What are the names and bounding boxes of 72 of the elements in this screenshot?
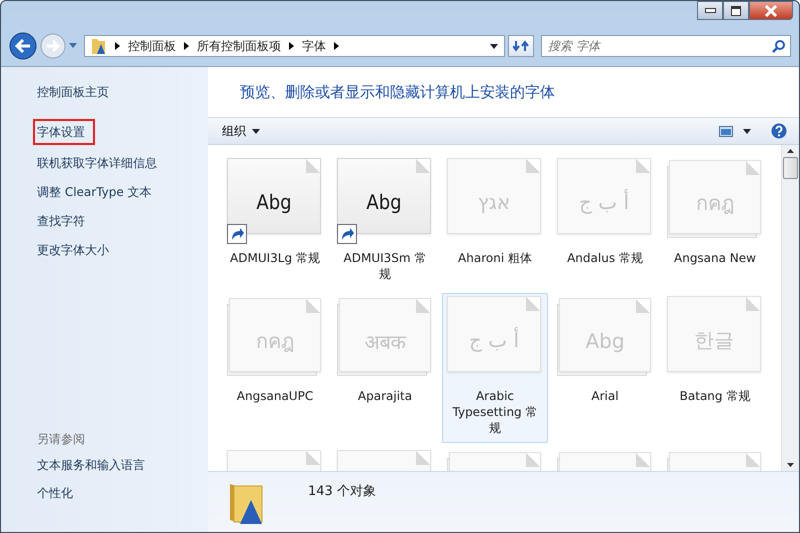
page-fold [306, 159, 320, 173]
font-name: Arial [590, 388, 620, 404]
sidebar-link[interactable]: 字体设置 [33, 119, 95, 145]
fonts-folder-icon [91, 37, 107, 55]
page-fold [636, 453, 650, 467]
breadcrumb[interactable]: 所有控制面板项 [197, 38, 281, 54]
organize-menu-button[interactable]: 组织 [218, 122, 264, 140]
sidebar-link[interactable]: 个性化 [33, 482, 77, 504]
breadcrumb[interactable]: 字体 [302, 38, 326, 54]
page-fold [416, 159, 430, 173]
page-fold [416, 451, 430, 465]
view-options-button[interactable] [741, 128, 753, 134]
back-button[interactable] [9, 32, 37, 60]
scroll-down-icon[interactable] [787, 463, 794, 467]
font-name: ADMUI3Lg 常规 [229, 250, 321, 266]
vertical-scrollbar[interactable] [781, 145, 799, 471]
font-item[interactable]: Abg ADMUI3Lg 常规 [222, 155, 328, 289]
font-item[interactable]: Abg ADMUI3Sm 常规 [332, 155, 438, 289]
scroll-up-icon[interactable] [787, 149, 794, 153]
page-fold [526, 453, 540, 467]
font-name: AngsanaUPC [236, 388, 314, 404]
see-also-heading: 另请参阅 [37, 431, 85, 448]
search-icon [772, 40, 785, 53]
font-name: Angsana New [673, 250, 757, 266]
page-fold [526, 297, 540, 311]
close-button[interactable] [749, 1, 793, 20]
minimize-button[interactable] [697, 1, 723, 20]
font-name: Aharoni 粗体 [457, 250, 533, 266]
page-fold [746, 453, 760, 467]
separator-arrow-icon [115, 42, 120, 50]
history-dropdown-icon[interactable] [69, 43, 77, 49]
page-fold [746, 161, 760, 175]
breadcrumb[interactable]: 控制面板 [128, 38, 176, 54]
scrollbar-thumb[interactable] [783, 157, 798, 179]
item-count: 143 个对象 [308, 483, 376, 500]
sidebar-link[interactable]: 查找字符 [33, 210, 89, 232]
page-fold [306, 451, 320, 465]
font-name: Andalus 常规 [566, 250, 644, 266]
address-bar[interactable]: 控制面板 所有控制面板项 字体 [84, 35, 505, 57]
page-fold [416, 299, 430, 313]
font-name: Aparajita [356, 388, 414, 404]
page-fold [636, 159, 650, 173]
help-button[interactable] [769, 123, 789, 139]
separator-arrow-icon [334, 42, 339, 50]
page-heading: 预览、删除或者显示和隐藏计算机上安装的字体 [239, 82, 556, 102]
refresh-button[interactable] [508, 35, 534, 57]
view-icon [719, 126, 733, 136]
page-fold [526, 159, 540, 173]
refresh-icon [513, 39, 529, 53]
help-icon [771, 123, 787, 139]
sidebar-link[interactable]: 文本服务和输入语言 [33, 454, 149, 476]
font-name: Arabic Typesetting 常规 [452, 388, 538, 436]
sidebar-link[interactable]: 调整 ClearType 文本 [33, 181, 156, 203]
caret-icon [743, 128, 751, 134]
dropdown-caret-icon[interactable] [490, 44, 498, 48]
sidebar-link[interactable]: 更改字体大小 [33, 239, 113, 261]
font-preview: Abg [366, 190, 402, 214]
separator-arrow-icon [184, 42, 189, 50]
page-fold [746, 297, 760, 311]
page-fold [306, 299, 320, 313]
view-button[interactable] [717, 126, 735, 136]
caret-icon [252, 128, 260, 134]
font-preview: Abg [256, 190, 292, 214]
sidebar-link[interactable]: 联机获取字体详细信息 [33, 152, 161, 174]
sidebar-link[interactable]: 控制面板主页 [33, 81, 113, 103]
page-fold [636, 299, 650, 313]
separator-arrow-icon [289, 42, 294, 50]
font-name: ADMUI3Sm 常规 [342, 250, 428, 282]
maximize-button[interactable] [723, 1, 749, 20]
search-field[interactable]: 搜索 字体 [541, 35, 791, 57]
close-icon [764, 4, 778, 16]
font-name: Batang 常规 [678, 388, 752, 404]
